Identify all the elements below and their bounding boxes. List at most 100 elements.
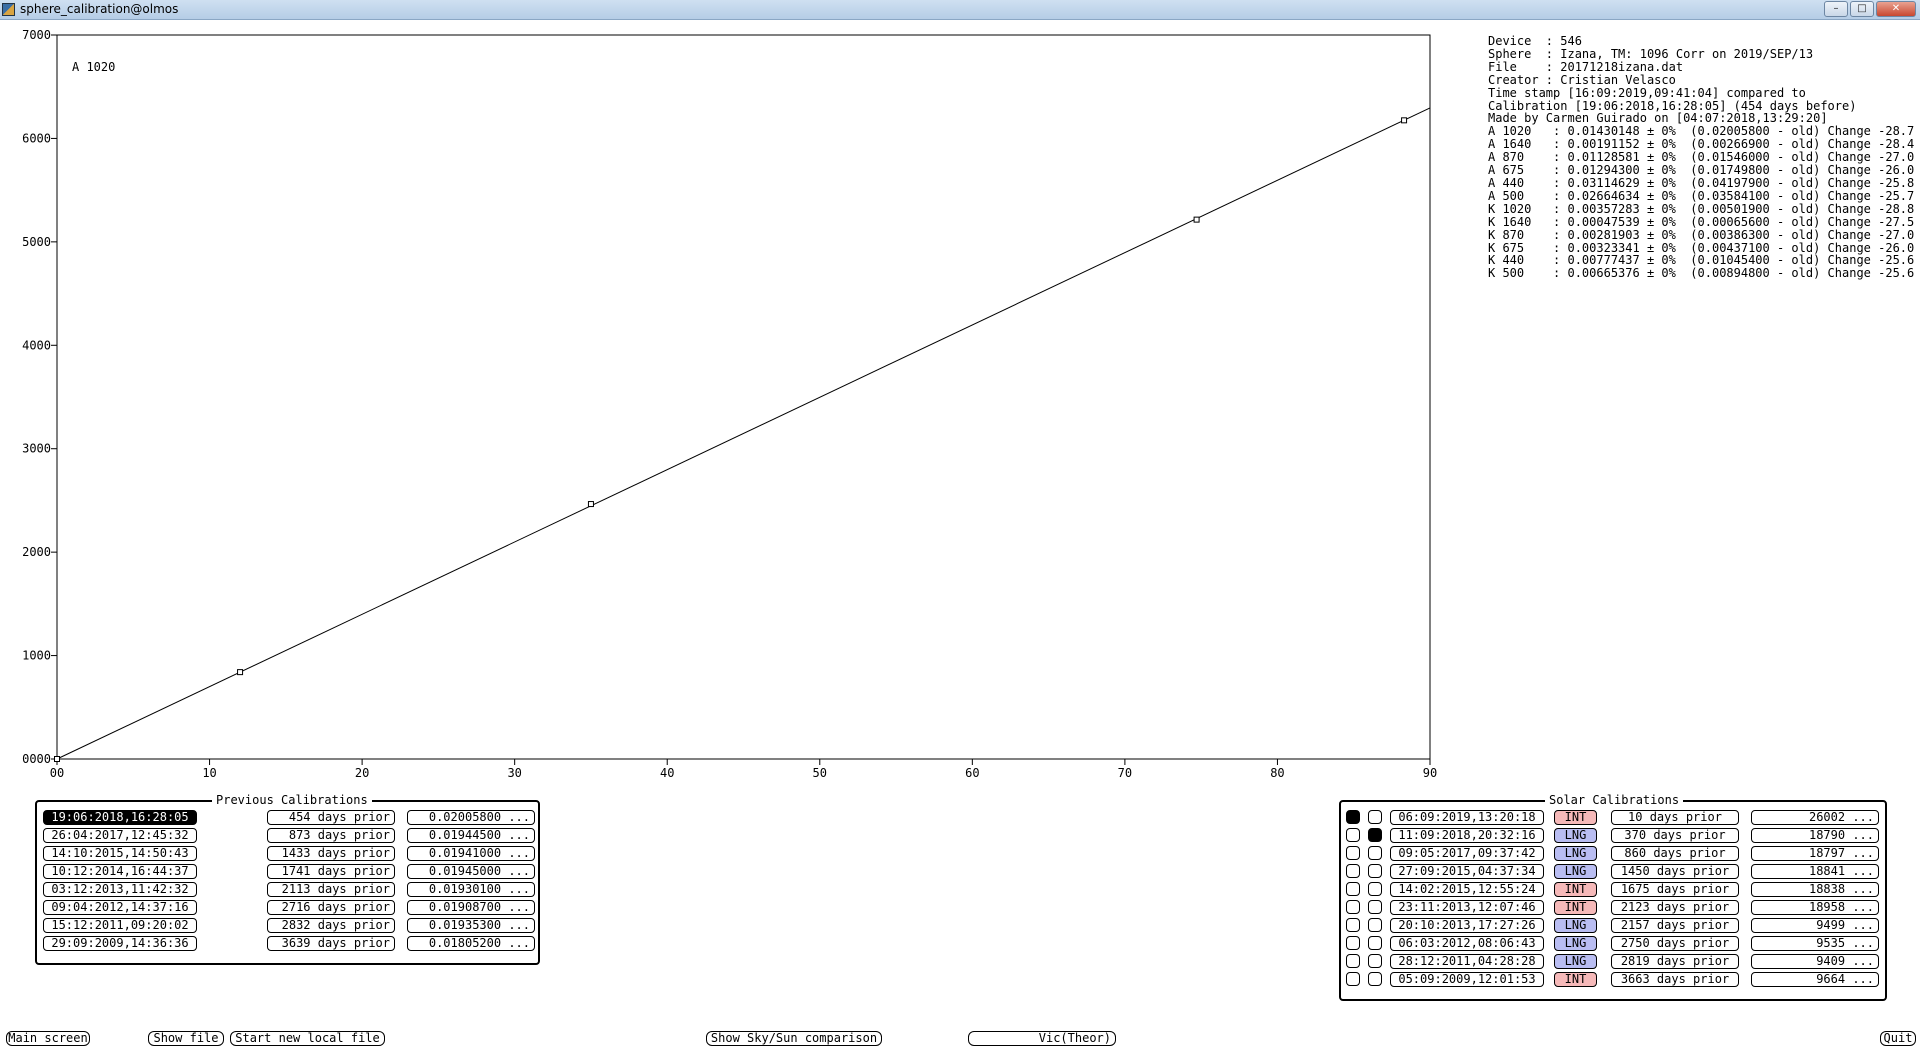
solar-calibration-date[interactable]: 05:09:2009,12:01:53 bbox=[1390, 972, 1544, 987]
solar-compare-checkbox[interactable] bbox=[1368, 972, 1382, 986]
solar-compare-checkbox[interactable] bbox=[1368, 828, 1382, 842]
main-screen-button[interactable]: Main screen bbox=[6, 1031, 90, 1046]
vic-theor-button[interactable]: Vic(Theor) bbox=[968, 1031, 1116, 1046]
x-tick-label: 10 bbox=[202, 766, 216, 780]
solar-calibration-type-badge: LNG bbox=[1554, 846, 1597, 861]
solar-calibration-value[interactable]: 9535 ... bbox=[1751, 936, 1879, 951]
prev-calibration-days-prior: 2716 days prior bbox=[267, 900, 395, 915]
solar-calibration-value[interactable]: 9409 ... bbox=[1751, 954, 1879, 969]
info-line: Device : 546 bbox=[1488, 34, 1582, 48]
prev-calibration-value[interactable]: 0.01930100 ... bbox=[407, 882, 535, 897]
solar-calibration-date[interactable]: 28:12:2011,04:28:28 bbox=[1390, 954, 1544, 969]
close-button[interactable]: ✕ bbox=[1876, 1, 1916, 17]
prev-calibration-date[interactable]: 10:12:2014,16:44:37 bbox=[43, 864, 197, 879]
minimize-button[interactable]: – bbox=[1824, 1, 1848, 17]
prev-calibration-days-prior: 1433 days prior bbox=[267, 846, 395, 861]
solar-compare-checkbox[interactable] bbox=[1368, 954, 1382, 968]
solar-calibration-date[interactable]: 11:09:2018,20:32:16 bbox=[1390, 828, 1544, 843]
y-tick-label: 2000 bbox=[22, 545, 51, 559]
solar-select-checkbox[interactable] bbox=[1346, 900, 1360, 914]
solar-calibration-date[interactable]: 06:09:2019,13:20:18 bbox=[1390, 810, 1544, 825]
solar-calibration-date[interactable]: 09:05:2017,09:37:42 bbox=[1390, 846, 1544, 861]
solar-select-checkbox[interactable] bbox=[1346, 918, 1360, 932]
solar-compare-checkbox[interactable] bbox=[1368, 936, 1382, 950]
x-tick-label: 90 bbox=[1423, 766, 1437, 780]
prev-calibration-date[interactable]: 09:04:2012,14:37:16 bbox=[43, 900, 197, 915]
prev-calibration-days-prior: 2113 days prior bbox=[267, 882, 395, 897]
solar-calibration-type-badge: LNG bbox=[1554, 828, 1597, 843]
x-tick-label: 80 bbox=[1270, 766, 1284, 780]
solar-select-checkbox[interactable] bbox=[1346, 882, 1360, 896]
calibration-chart: A 1020 00 10 20 30 40 50 60 70 80 90 0000 1000 2000 3… bbox=[22, 28, 1437, 780]
solar-compare-checkbox[interactable] bbox=[1368, 918, 1382, 932]
previous-calibrations-title: Previous Calibrations bbox=[212, 793, 372, 807]
previous-calibrations-group: Previous Calibrations 19:06:2018,16:28:0… bbox=[35, 793, 540, 965]
solar-calibration-value[interactable]: 18841 ... bbox=[1751, 864, 1879, 879]
prev-calibration-value[interactable]: 0.01944500 ... bbox=[407, 828, 535, 843]
y-tick-label: 3000 bbox=[22, 442, 51, 456]
solar-calibration-type-badge: INT bbox=[1554, 810, 1597, 825]
info-line: File : 20171218izana.dat bbox=[1488, 59, 1684, 74]
solar-calibration-date[interactable]: 23:11:2013,12:07:46 bbox=[1390, 900, 1544, 915]
start-new-local-file-button[interactable]: Start new local file bbox=[230, 1031, 385, 1046]
solar-select-checkbox[interactable] bbox=[1346, 828, 1360, 842]
prev-calibration-value[interactable]: 0.01805200 ... bbox=[407, 936, 535, 951]
solar-select-checkbox[interactable] bbox=[1346, 936, 1360, 950]
quit-button[interactable]: Quit bbox=[1880, 1031, 1916, 1046]
window-title: sphere_calibration@olmos bbox=[20, 2, 179, 16]
solar-calibration-date[interactable]: 20:10:2013,17:27:26 bbox=[1390, 918, 1544, 933]
prev-calibration-date[interactable]: 29:09:2009,14:36:36 bbox=[43, 936, 197, 951]
prev-calibration-date[interactable]: 19:06:2018,16:28:05 bbox=[43, 810, 197, 825]
info-line: K 1640 : 0.00047539 ± 0% (0.00065600 - o… bbox=[1488, 214, 1920, 229]
prev-calibration-date[interactable]: 14:10:2015,14:50:43 bbox=[43, 846, 197, 861]
prev-calibration-value[interactable]: 0.01945000 ... bbox=[407, 864, 535, 879]
solar-calibration-date[interactable]: 14:02:2015,12:55:24 bbox=[1390, 882, 1544, 897]
show-file-button[interactable]: Show file bbox=[148, 1031, 224, 1046]
solar-calibration-value[interactable]: 26002 ... bbox=[1751, 810, 1879, 825]
solar-calibration-value[interactable]: 18838 ... bbox=[1751, 882, 1879, 897]
x-tick-label: 40 bbox=[660, 766, 674, 780]
solar-calibration-value[interactable]: 18797 ... bbox=[1751, 846, 1879, 861]
show-sky-sun-comparison-button[interactable]: Show Sky/Sun comparison bbox=[706, 1031, 882, 1046]
solar-select-checkbox[interactable] bbox=[1346, 846, 1360, 860]
prev-calibration-value[interactable]: 0.01935300 ... bbox=[407, 918, 535, 933]
prev-calibration-date[interactable]: 03:12:2013,11:42:32 bbox=[43, 882, 197, 897]
prev-calibration-date[interactable]: 15:12:2011,09:20:02 bbox=[43, 918, 197, 933]
solar-calibration-value[interactable]: 9499 ... bbox=[1751, 918, 1879, 933]
solar-calibration-days-prior: 2123 days prior bbox=[1611, 900, 1739, 915]
solar-calibration-value[interactable]: 18958 ... bbox=[1751, 900, 1879, 915]
prev-calibration-value[interactable]: 0.01941000 ... bbox=[407, 846, 535, 861]
solar-calibration-date[interactable]: 06:03:2012,08:06:43 bbox=[1390, 936, 1544, 951]
solar-compare-checkbox[interactable] bbox=[1368, 882, 1382, 896]
y-tick-label: 0000 bbox=[22, 752, 51, 766]
solar-compare-checkbox[interactable] bbox=[1368, 900, 1382, 914]
solar-calibration-type-badge: LNG bbox=[1554, 918, 1597, 933]
solar-calibration-days-prior: 1450 days prior bbox=[1611, 864, 1739, 879]
solar-calibration-date[interactable]: 27:09:2015,04:37:34 bbox=[1390, 864, 1544, 879]
prev-calibration-value[interactable]: 0.02005800 ... bbox=[407, 810, 535, 825]
solar-calibration-value[interactable]: 18790 ... bbox=[1751, 828, 1879, 843]
maximize-button[interactable]: □ bbox=[1850, 1, 1874, 17]
prev-calibration-days-prior: 2832 days prior bbox=[267, 918, 395, 933]
solar-select-checkbox[interactable] bbox=[1346, 810, 1360, 824]
solar-select-checkbox[interactable] bbox=[1346, 972, 1360, 986]
app-icon bbox=[2, 3, 15, 16]
solar-compare-checkbox[interactable] bbox=[1368, 846, 1382, 860]
solar-calibration-type-badge: LNG bbox=[1554, 954, 1597, 969]
solar-calibration-type-badge: INT bbox=[1554, 882, 1597, 897]
info-line: Sphere : Izana, TM: 1096 Corr on 2019/SE… bbox=[1488, 46, 1814, 61]
solar-calibration-value[interactable]: 9664 ... bbox=[1751, 972, 1879, 987]
data-point bbox=[587, 501, 594, 508]
info-line: A 500 : 0.02664634 ± 0% (0.03584100 - ol… bbox=[1488, 188, 1920, 203]
info-line: Time stamp [16:09:2019,09:41:04] compare… bbox=[1488, 85, 1806, 100]
solar-select-checkbox[interactable] bbox=[1346, 954, 1360, 968]
info-line: Creator : Cristian Velasco bbox=[1488, 72, 1676, 87]
prev-calibration-value[interactable]: 0.01908700 ... bbox=[407, 900, 535, 915]
solar-compare-checkbox[interactable] bbox=[1368, 810, 1382, 824]
prev-calibration-days-prior: 3639 days prior bbox=[267, 936, 395, 951]
prev-calibration-date[interactable]: 26:04:2017,12:45:32 bbox=[43, 828, 197, 843]
solar-select-checkbox[interactable] bbox=[1346, 864, 1360, 878]
solar-compare-checkbox[interactable] bbox=[1368, 864, 1382, 878]
y-tick-label: 6000 bbox=[22, 131, 51, 145]
solar-calibration-type-badge: LNG bbox=[1554, 864, 1597, 879]
